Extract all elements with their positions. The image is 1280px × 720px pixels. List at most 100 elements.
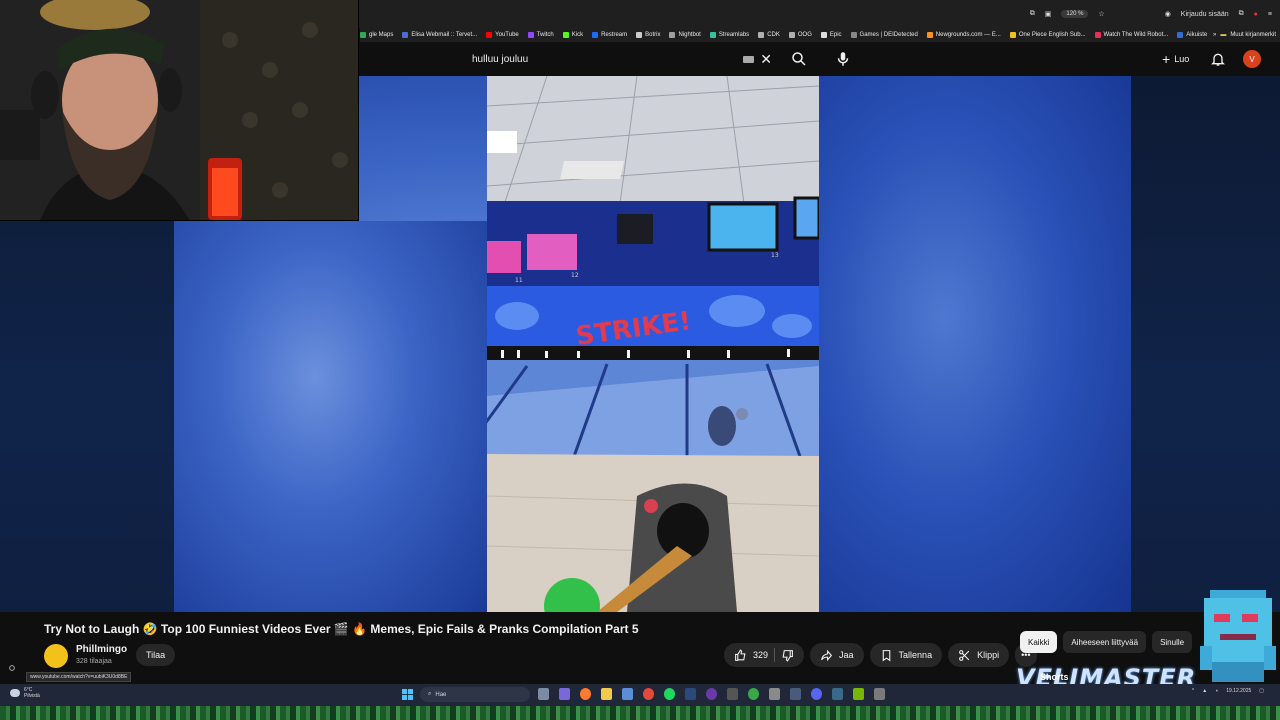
bookmark-item[interactable]: Kick (562, 32, 584, 38)
taskbar-search[interactable]: ⌕ Hae (420, 687, 530, 702)
settings-app-icon[interactable] (769, 688, 780, 700)
taskbar: 6°C Pilvistä ⌕ Hae ^ ▲ ◖ 19.12.2025 ▢ (0, 684, 1280, 706)
network-icon[interactable]: ▲ (1202, 688, 1207, 694)
discord-icon[interactable] (811, 688, 822, 700)
chrome-icon[interactable] (643, 688, 654, 700)
microphone-icon[interactable] (834, 50, 852, 68)
bookmark-item[interactable]: YouTube (486, 32, 519, 38)
sign-in-link[interactable]: Kirjaudu sisään (1181, 11, 1229, 18)
bookmark-label: Restream (601, 32, 628, 38)
filter-chip[interactable]: Aiheeseen liittyvää (1063, 631, 1147, 653)
thumbs-down-icon[interactable] (781, 649, 794, 662)
search-input[interactable]: hulluu jouluu (464, 54, 743, 65)
app-window-icon[interactable] (874, 688, 885, 700)
profile-icon[interactable]: ◉ (1165, 10, 1171, 18)
channel-name[interactable]: Phillmingo (76, 644, 127, 655)
task-view-icon[interactable] (538, 688, 549, 700)
video-blur-right (819, 76, 1131, 612)
bookmark-favicon-icon (1177, 32, 1184, 38)
xbox-icon[interactable] (748, 688, 759, 700)
bookmark-item[interactable]: Elisa Webmail :: Tervet... (402, 32, 477, 38)
bookmark-item[interactable]: Botrix (636, 32, 660, 38)
notification-badge-icon[interactable]: ● (1254, 11, 1258, 18)
bookmark-favicon-icon (360, 32, 366, 38)
bookmark-favicon-icon (788, 32, 795, 38)
bell-icon[interactable] (1210, 51, 1226, 67)
firefox-icon[interactable] (580, 688, 591, 700)
zoom-level[interactable]: 120 % (1061, 10, 1089, 18)
bookmarks-more: » ▬ Muut kirjanmerkit (1206, 28, 1276, 42)
clock[interactable]: 19.12.2025 (1226, 688, 1251, 695)
bookmark-item[interactable]: Nightbot (669, 32, 701, 38)
bookmark-item[interactable]: CDK (758, 32, 780, 38)
bookmark-item[interactable]: Twitch (527, 32, 554, 38)
close-icon[interactable]: ✕ (760, 52, 772, 66)
menu-icon[interactable]: ≡ (1268, 11, 1272, 18)
account-avatar[interactable]: V (1243, 50, 1261, 68)
clip-button[interactable]: Klippi (948, 643, 1010, 667)
other-bookmarks-link[interactable]: Muut kirjanmerkit (1230, 32, 1276, 38)
subscribe-button[interactable]: Tilaa (136, 644, 176, 666)
streamdeck-icon[interactable] (790, 688, 801, 700)
windows-start-icon[interactable] (402, 689, 413, 700)
bookmark-label: Twitch (536, 32, 554, 38)
create-button[interactable]: + Luo (1154, 48, 1197, 70)
chevron-right-icon[interactable]: » (1213, 32, 1216, 38)
cloud-icon (10, 689, 20, 697)
lane-number-13: 13 (771, 252, 779, 259)
bookmark-favicon-icon (709, 32, 716, 38)
channel-avatar[interactable] (44, 644, 68, 668)
bookmark-item[interactable]: Streamlabs (709, 32, 749, 38)
store-icon[interactable] (622, 688, 633, 700)
volume-icon[interactable]: ◖ (1215, 688, 1218, 694)
spotify-icon[interactable] (664, 688, 675, 700)
streamer-webcam (0, 0, 358, 220)
bookmark-favicon-icon (636, 32, 643, 38)
youtube-header: hulluu jouluu ✕ + Luo V (360, 42, 1280, 76)
steam-icon[interactable] (685, 688, 696, 700)
file-explorer-icon[interactable] (601, 688, 612, 700)
bookmark-item[interactable]: gle Maps (360, 32, 393, 38)
save-button[interactable]: Tallenna (869, 643, 943, 667)
video-frame[interactable]: 11 12 13 STRIKE! (487, 76, 819, 612)
bookmark-label: Watch The Wild Robot... (1103, 32, 1169, 38)
calculator-icon[interactable] (727, 688, 738, 700)
bookmark-item[interactable]: Watch The Wild Robot... (1094, 32, 1169, 38)
search-icon[interactable] (790, 50, 808, 68)
bookmark-item[interactable]: Epic (820, 32, 842, 38)
favorite-star-icon[interactable]: ☆ (1098, 10, 1104, 18)
like-count[interactable]: 329 (753, 650, 768, 660)
thumbs-up-icon[interactable] (734, 648, 747, 662)
video-blur-left (174, 221, 487, 612)
bookmark-item[interactable]: OOG (788, 32, 812, 38)
filter-chip[interactable]: Kaikki (1020, 631, 1058, 653)
bookmark-favicon-icon (562, 32, 569, 38)
chevron-up-icon[interactable]: ^ (1192, 688, 1194, 694)
bookmark-item[interactable]: One Piece English Sub... (1009, 32, 1086, 38)
keyboard-icon[interactable] (743, 55, 755, 63)
pixel-mascot (1200, 590, 1276, 682)
bookmark-item[interactable]: Restream (592, 32, 627, 38)
filter-chip[interactable]: Sinulle (1152, 631, 1193, 653)
save-label: Tallenna (898, 650, 933, 660)
settings-icon[interactable] (8, 664, 16, 672)
bookmark-label: Kick (571, 32, 584, 38)
tabs-icon[interactable]: ⧉ (1239, 10, 1244, 18)
share-button[interactable]: Jaa (810, 643, 864, 667)
shorts-label[interactable]: Shorts (1040, 672, 1069, 682)
bookmark-item[interactable]: Games | DEIDetected (850, 32, 918, 38)
extensions-icon[interactable]: ⧉ (1030, 10, 1035, 18)
search-box[interactable]: hulluu jouluu ✕ (464, 47, 780, 71)
nvidia-icon[interactable] (853, 688, 864, 700)
pen-icon[interactable] (832, 688, 843, 700)
teams-icon[interactable] (559, 688, 570, 700)
screenshot-icon[interactable]: ▣ (1045, 10, 1052, 18)
video-actions: 329 Jaa Tallenna Klippi ••• (724, 643, 1037, 667)
weather-widget[interactable]: 6°C Pilvistä (10, 687, 40, 699)
bookmark-item[interactable]: Newgrounds.com — E... (926, 32, 1001, 38)
bookmark-label: gle Maps (369, 32, 394, 38)
bookmark-favicon-icon (850, 32, 857, 38)
obs-icon[interactable] (706, 688, 717, 700)
notifications-icon[interactable]: ▢ (1259, 688, 1264, 694)
plus-icon: + (1162, 51, 1171, 67)
